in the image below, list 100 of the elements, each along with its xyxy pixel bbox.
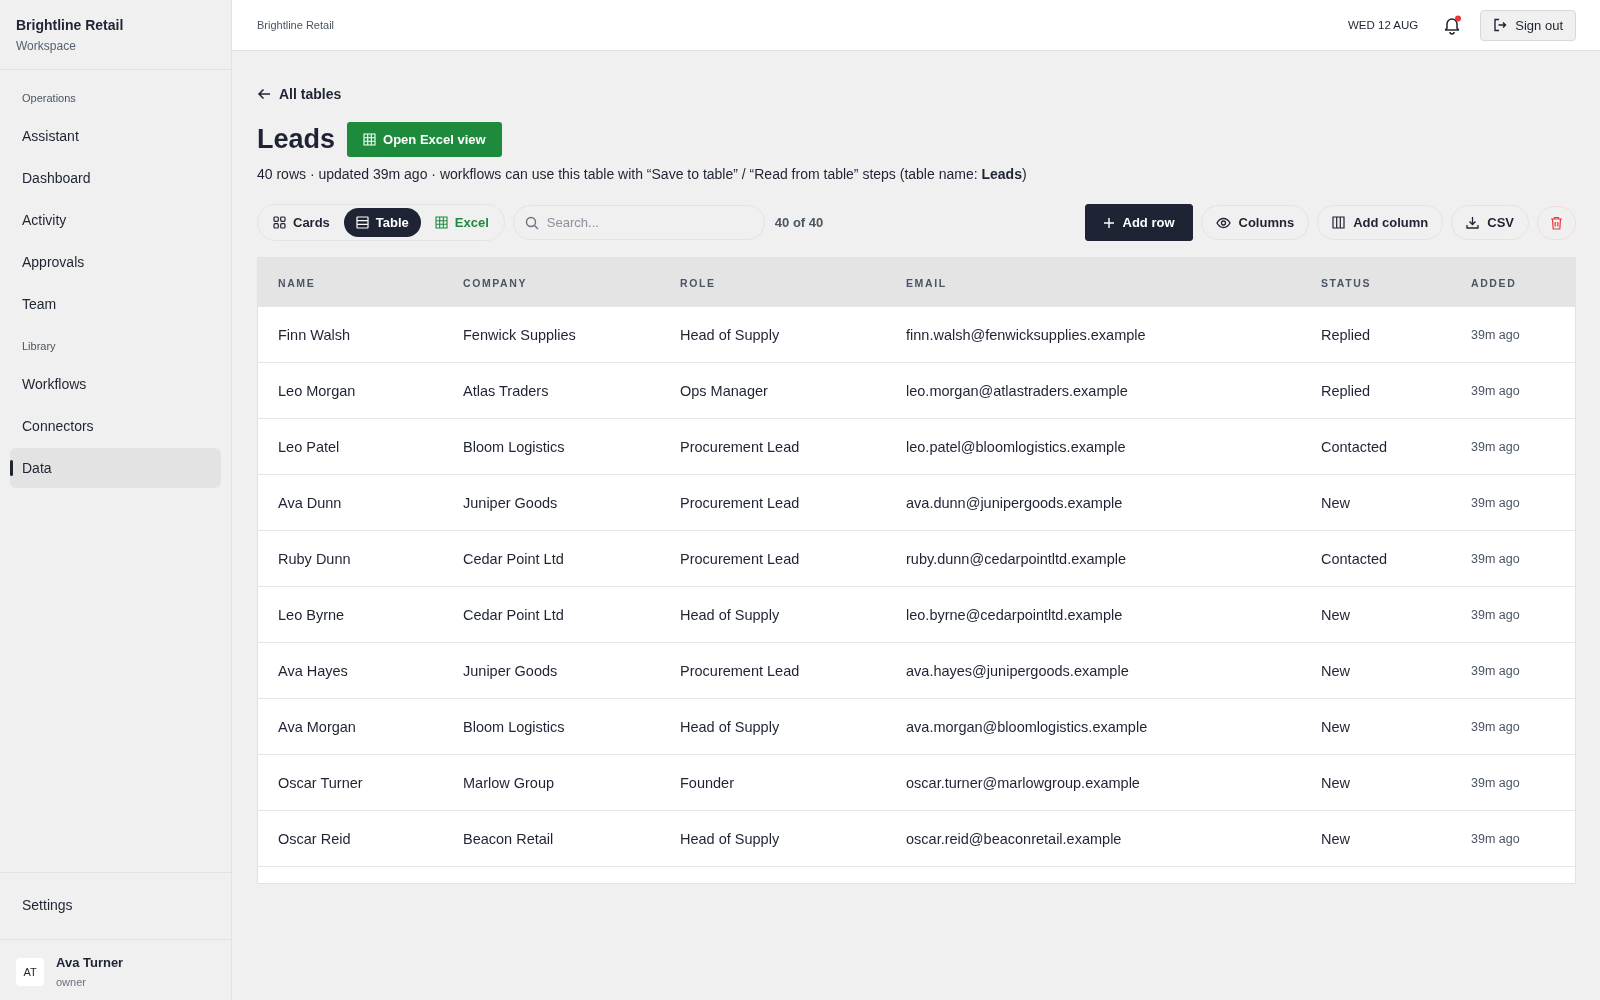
table-cell-text: leo.byrne@cedarpointltd.example bbox=[906, 606, 1124, 623]
nav-item[interactable]: Workflows bbox=[10, 364, 221, 404]
table-cell-text: New bbox=[1321, 774, 1351, 791]
table-cell-text: Cedar Point Ltd bbox=[463, 606, 565, 623]
columns-icon bbox=[1332, 216, 1346, 229]
table-cell-text: 39m ago bbox=[1471, 439, 1521, 454]
table-cell-text: Bloom Logistics bbox=[463, 438, 566, 455]
column-header: NAME bbox=[278, 276, 317, 289]
table-cell-text: finn.walsh@fenwicksupplies.example bbox=[906, 326, 1147, 343]
table-cell-text: Head of Supply bbox=[680, 326, 781, 343]
table-cell-text: Replied bbox=[1321, 326, 1372, 343]
user-role: owner bbox=[56, 976, 87, 988]
table-cell-text: Fenwick Supplies bbox=[463, 326, 577, 343]
brand-name: Brightline Retail bbox=[16, 17, 125, 33]
table-cell-text: Head of Supply bbox=[680, 830, 781, 847]
table-cell-text: 39m ago bbox=[1471, 383, 1521, 398]
breadcrumb[interactable]: Brightline Retail bbox=[257, 19, 335, 31]
table-cell-text: Finn Walsh bbox=[278, 326, 351, 343]
table-cell-text: Oscar Turner bbox=[278, 774, 364, 791]
table-cell-text: Atlas Traders bbox=[463, 382, 550, 399]
back-arrow-icon bbox=[257, 87, 271, 101]
column-header: EMAIL bbox=[906, 276, 948, 289]
user-name: Ava Turner bbox=[56, 955, 124, 970]
nav-section-title: Library bbox=[21, 339, 57, 354]
table-cell-text: Ruby Dunn bbox=[278, 550, 352, 567]
page-title: Leads bbox=[257, 124, 336, 155]
nav-item[interactable]: Assistant bbox=[10, 116, 221, 156]
table-cell-text: leo.morgan@atlastraders.example bbox=[906, 382, 1129, 399]
table-cell-text: New bbox=[1321, 494, 1351, 511]
nav-item[interactable]: Connectors bbox=[10, 406, 221, 446]
table-cell-text: New bbox=[1321, 718, 1351, 735]
table-cell-text: oscar.turner@marlowgroup.example bbox=[906, 774, 1141, 791]
view-tab[interactable]: Excel bbox=[422, 208, 501, 237]
nav-section-title: Operations bbox=[21, 91, 77, 106]
plus-icon bbox=[1102, 216, 1115, 229]
table-cell-text: Head of Supply bbox=[680, 718, 781, 735]
table-cell-text: New bbox=[1321, 662, 1351, 679]
table-cell-text: 39m ago bbox=[1471, 831, 1521, 846]
settings-link[interactable]: Settings bbox=[10, 885, 221, 925]
download-icon bbox=[1466, 216, 1480, 229]
back-link[interactable]: All tables bbox=[257, 86, 342, 102]
table-cell-text: 39m ago bbox=[1471, 551, 1521, 566]
table-cell-text: Leo Byrne bbox=[278, 606, 346, 623]
table-cell-text: ava.morgan@bloomlogistics.example bbox=[906, 718, 1149, 735]
table-cell-text: Contacted bbox=[1321, 438, 1389, 455]
eye-icon bbox=[1215, 216, 1231, 229]
sign-out-icon bbox=[1493, 18, 1508, 32]
table-cell-text: Replied bbox=[1321, 382, 1372, 399]
table-cell-text: 39m ago bbox=[1471, 775, 1521, 790]
grid-icon bbox=[273, 216, 286, 229]
table-cell-text: Oscar Reid bbox=[278, 830, 352, 847]
notification-bell-icon[interactable] bbox=[1442, 15, 1463, 35]
table-cell-text: Bloom Logistics bbox=[463, 718, 566, 735]
user-avatar: AT bbox=[16, 957, 44, 986]
table-cell-text: Leo Morgan bbox=[278, 382, 357, 399]
nav-item[interactable]: Activity bbox=[10, 200, 221, 240]
table-cell-text: ava.hayes@junipergoods.example bbox=[906, 662, 1130, 679]
table-cell-text: ruby.dunn@cedarpointltd.example bbox=[906, 550, 1127, 567]
table-cell-text: Juniper Goods bbox=[463, 662, 559, 679]
table-cell-text: Beacon Retail bbox=[463, 830, 555, 847]
search-icon bbox=[524, 216, 539, 230]
add-row-button[interactable]: Add row bbox=[1084, 204, 1193, 241]
table-cell-text: Ava Morgan bbox=[278, 718, 357, 735]
table-cell-text: 39m ago bbox=[1471, 327, 1521, 342]
view-tab[interactable]: Cards bbox=[261, 208, 342, 237]
table-cell-text: New bbox=[1321, 606, 1351, 623]
spreadsheet-icon bbox=[434, 216, 448, 229]
open-excel-button[interactable]: Open Excel view bbox=[347, 122, 502, 157]
table-cell-text: Procurement Lead bbox=[680, 550, 801, 567]
table-cell-text: Marlow Group bbox=[463, 774, 556, 791]
table-cell-text: 39m ago bbox=[1471, 663, 1521, 678]
nav-item[interactable]: Data bbox=[10, 448, 221, 488]
table-cell-text: 39m ago bbox=[1471, 719, 1521, 734]
nav-item[interactable]: Team bbox=[10, 284, 221, 324]
date-label: WED 12 AUG bbox=[1348, 19, 1419, 31]
table-cell-text: leo.patel@bloomlogistics.example bbox=[906, 438, 1127, 455]
table-cell-text: Juniper Goods bbox=[463, 494, 559, 511]
table-cell-text: Procurement Lead bbox=[680, 662, 801, 679]
table-cell-text: Cedar Point Ltd bbox=[463, 550, 565, 567]
sign-out-button[interactable]: Sign out bbox=[1480, 9, 1576, 41]
table-cell-text: New bbox=[1321, 830, 1351, 847]
table-cell-text: Procurement Lead bbox=[680, 494, 801, 511]
table-cell-text: Founder bbox=[680, 774, 735, 791]
table-cell-text: Ops Manager bbox=[680, 382, 769, 399]
column-header: COMPANY bbox=[463, 276, 529, 289]
table-cell-text: Ava Dunn bbox=[278, 494, 343, 511]
grid-icon bbox=[363, 133, 377, 146]
table-cell-text: 39m ago bbox=[1471, 495, 1521, 510]
nav-item[interactable]: Dashboard bbox=[10, 158, 221, 198]
trash-icon bbox=[1550, 215, 1563, 230]
table-icon bbox=[355, 216, 369, 229]
table-cell-text: Leo Patel bbox=[278, 438, 341, 455]
table-cell-text: 39m ago bbox=[1471, 607, 1521, 622]
view-tab[interactable]: Table bbox=[343, 208, 421, 237]
table-description: 40 rows · updated 39m ago · workflows can use this table with “Save to table” / “Read from table” steps (table name: Leads) bbox=[257, 166, 1028, 182]
table-cell-text: Contacted bbox=[1321, 550, 1389, 567]
table-cell-text: Ava Hayes bbox=[278, 662, 349, 679]
nav-item[interactable]: Approvals bbox=[10, 242, 221, 282]
row-count: 40 of 40 bbox=[774, 215, 824, 230]
search-field[interactable]: Search... bbox=[512, 205, 765, 240]
